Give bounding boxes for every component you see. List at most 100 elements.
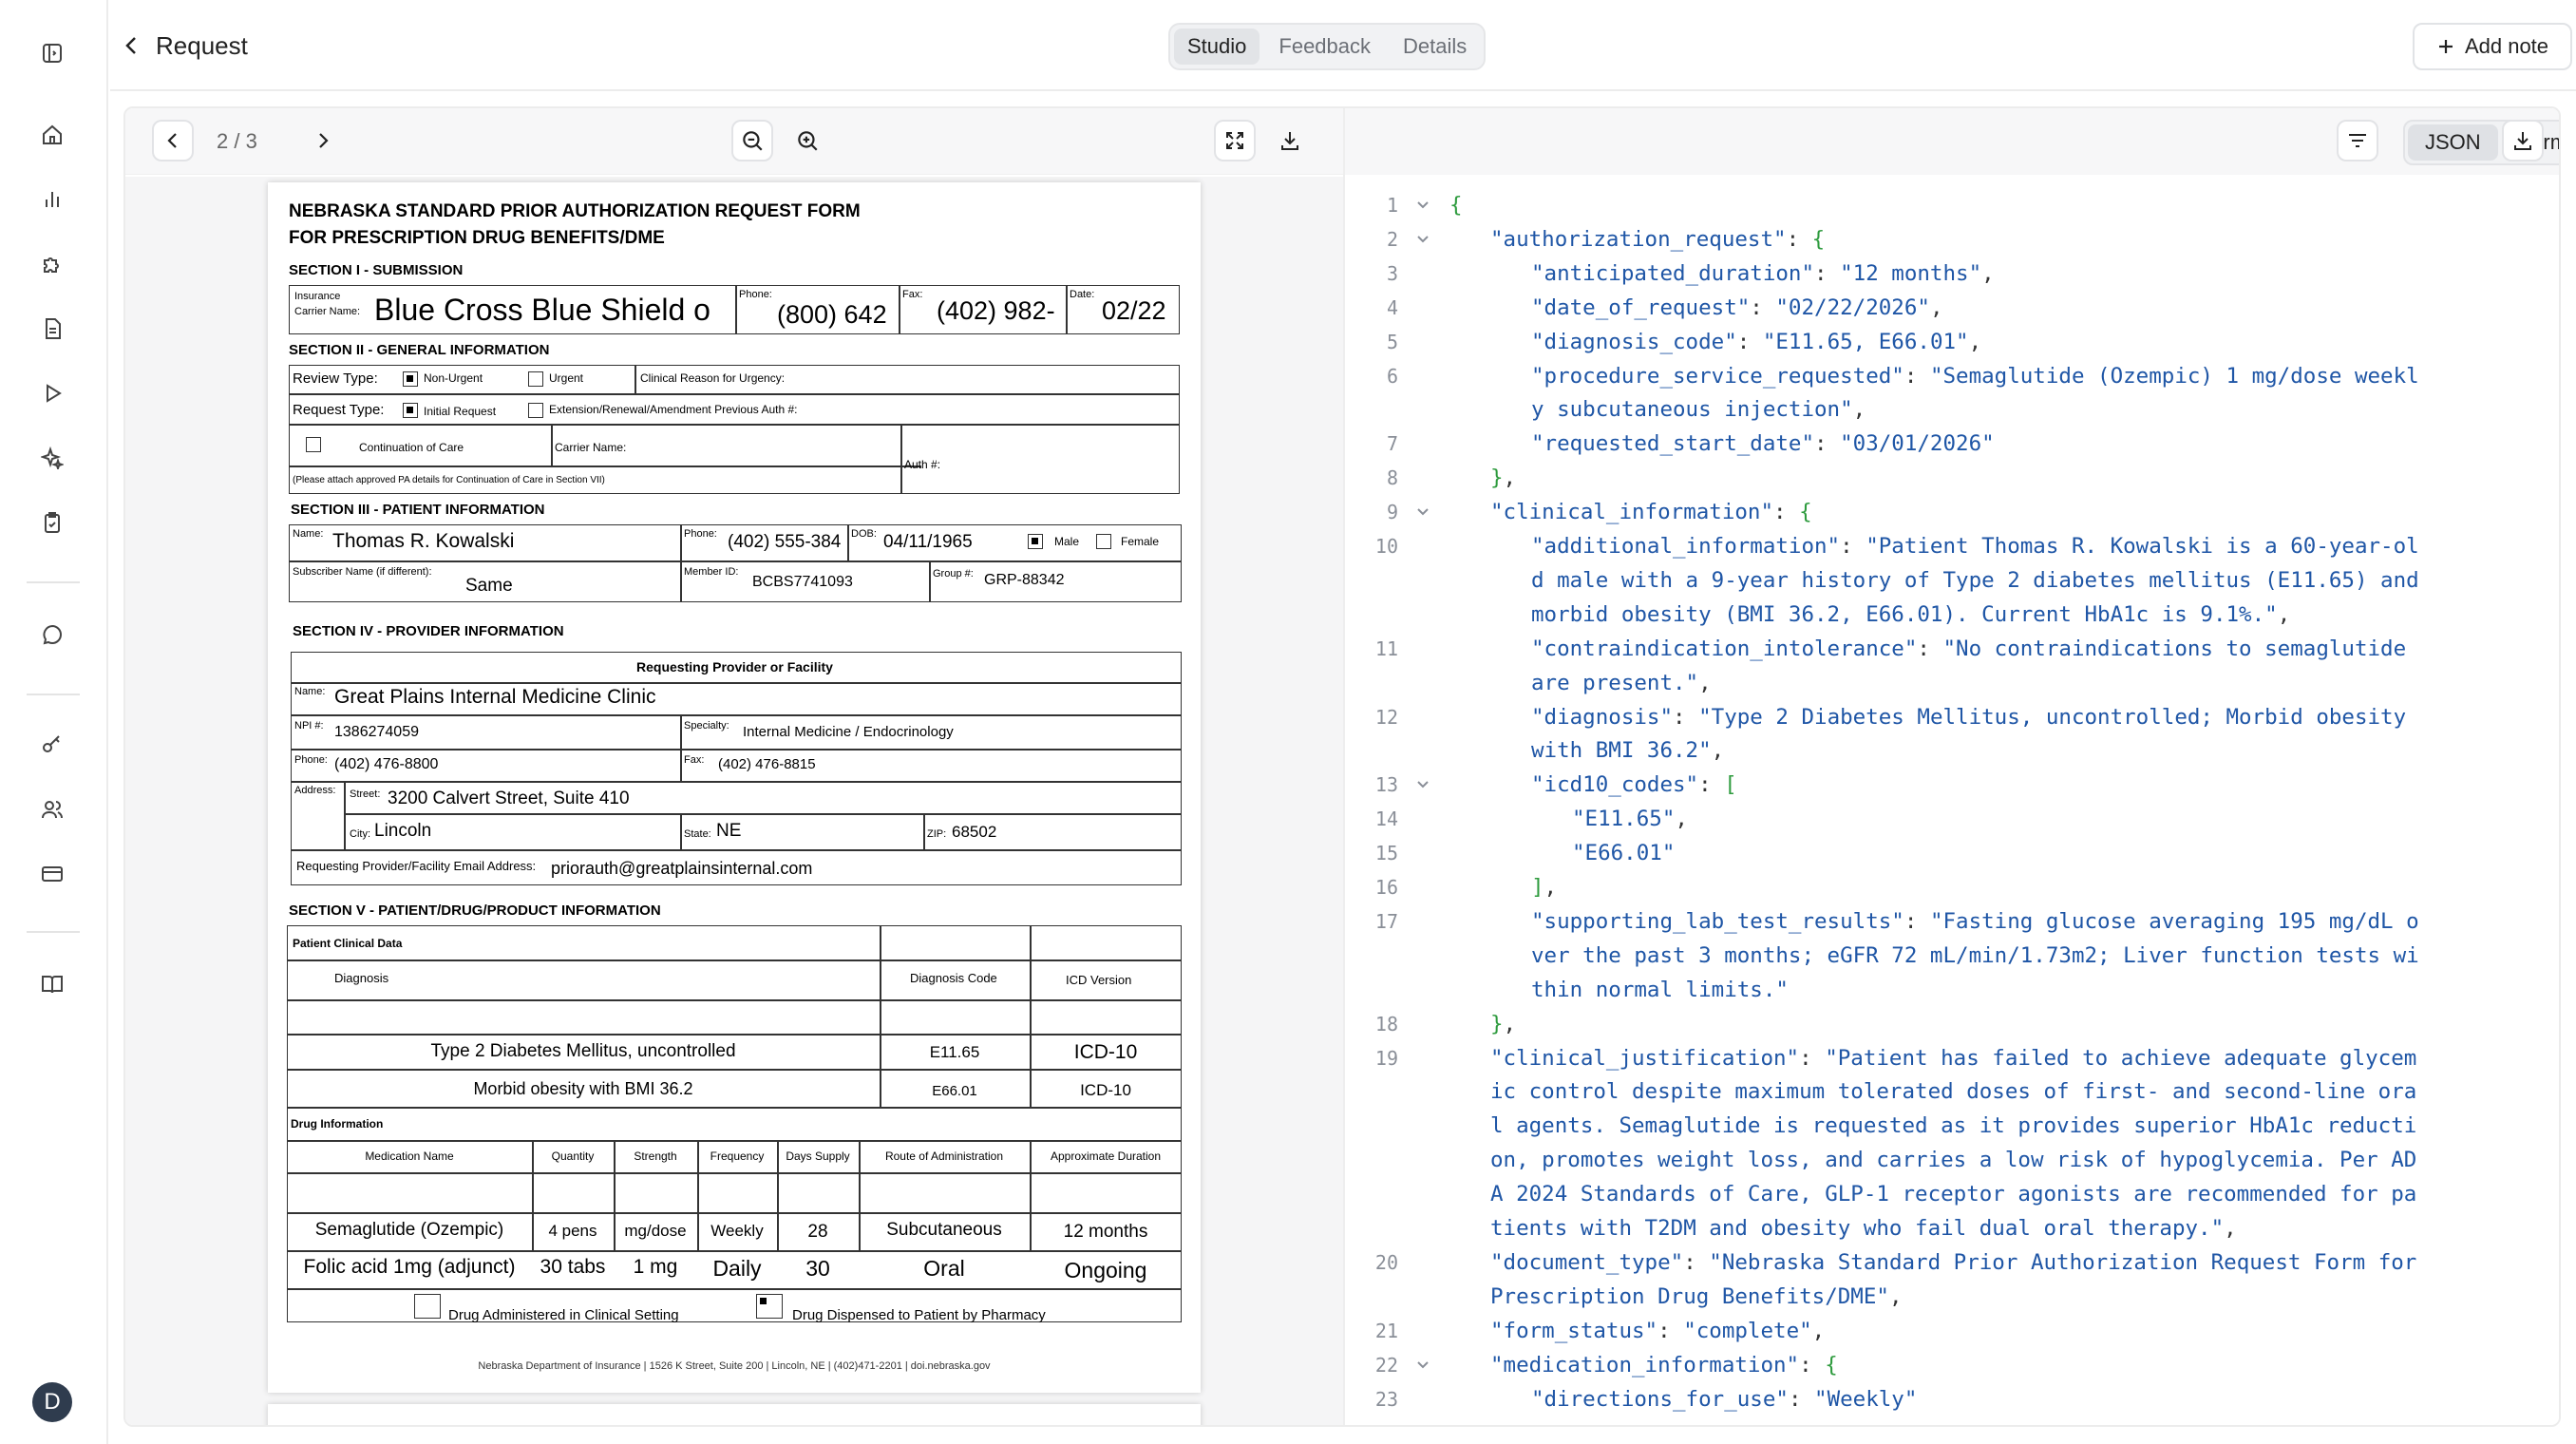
line-number: 23 xyxy=(1374,1387,1398,1411)
carrier-phone-value: (800) 642 xyxy=(777,300,887,329)
code-line: 3 "anticipated_duration": "12 months", xyxy=(1345,256,2559,291)
tab-studio[interactable]: Studio xyxy=(1174,28,1260,65)
key-icon[interactable] xyxy=(35,728,69,762)
code-text: "medication_information": { xyxy=(1490,1352,1838,1378)
code-text: are present.", xyxy=(1531,670,1712,695)
code-line: ic control despite maximum tolerated dos… xyxy=(1345,1074,2559,1109)
zoom-in-icon xyxy=(798,131,818,151)
code-line: morbid obesity (BMI 36.2, E66.01). Curre… xyxy=(1345,598,2559,632)
code-text: "supporting_lab_test_results": "Fasting … xyxy=(1531,908,2419,934)
diagnosis-row: Type 2 Diabetes Mellitus, uncontrolled xyxy=(430,1041,736,1061)
code-line: d male with a 9-year history of Type 2 d… xyxy=(1345,563,2559,598)
zip-value: 68502 xyxy=(952,823,997,841)
back-button[interactable]: Request xyxy=(123,28,248,63)
sidebar-toggle-icon[interactable] xyxy=(35,36,69,70)
carrier-fax-value: (402) 982- xyxy=(937,296,1055,325)
code-text: "requested_start_date": "03/01/2026" xyxy=(1531,431,1995,457)
line-number: 16 xyxy=(1374,876,1398,899)
code-line: 6 "procedure_service_requested": "Semaglu… xyxy=(1345,359,2559,393)
zoom-in-button[interactable] xyxy=(786,120,828,162)
code-line: with BMI 36.2", xyxy=(1345,733,2559,768)
clipboard-check-icon[interactable] xyxy=(35,505,69,540)
prev-page-button[interactable] xyxy=(152,120,194,162)
tab-details[interactable]: Details xyxy=(1390,28,1480,65)
code-line: 4 "date_of_request": "02/22/2026", xyxy=(1345,291,2559,325)
view-tabs: Studio Feedback Details xyxy=(1168,23,1487,70)
code-text: "diagnosis": "Type 2 Diabetes Mellitus, … xyxy=(1531,704,2407,730)
fullscreen-button[interactable] xyxy=(1214,120,1256,162)
code-text: "diagnosis_code": "E11.65, E66.01", xyxy=(1531,329,1982,354)
code-line: ver the past 3 months; eGFR 72 mL/min/1.… xyxy=(1345,939,2559,973)
code-line: 10 "additional_information": "Patient Tho… xyxy=(1345,529,2559,563)
download-json-button[interactable] xyxy=(2502,120,2544,162)
code-line: 8}, xyxy=(1345,461,2559,495)
expand-icon xyxy=(1226,132,1243,149)
form-page: NEBRASKA STANDARD PRIOR AUTHORIZATION RE… xyxy=(268,182,1201,1393)
code-text: "icd10_codes": [ xyxy=(1531,772,1737,798)
line-number: 21 xyxy=(1374,1319,1398,1342)
chat-bubble-icon[interactable] xyxy=(35,618,69,652)
city-value: Lincoln xyxy=(374,821,432,841)
json-mode-button[interactable]: JSON xyxy=(2408,124,2498,161)
next-form-page xyxy=(268,1404,1201,1425)
male-checkbox xyxy=(1028,534,1043,549)
code-text: morbid obesity (BMI 36.2, E66.01). Curre… xyxy=(1531,601,2291,627)
download-icon xyxy=(1281,132,1298,150)
code-text: ], xyxy=(1531,875,1558,900)
code-line: on, promotes weight loss, and carries a … xyxy=(1345,1143,2559,1177)
code-text: { xyxy=(1449,193,1463,218)
code-line: 12 "diagnosis": "Type 2 Diabetes Mellitus… xyxy=(1345,700,2559,734)
line-number: 18 xyxy=(1374,1012,1398,1036)
code-line: 9 "clinical_information": { xyxy=(1345,495,2559,529)
code-line: 19 "clinical_justification": "Patient has… xyxy=(1345,1041,2559,1075)
form-title: NEBRASKA STANDARD PRIOR AUTHORIZATION RE… xyxy=(289,201,861,221)
credit-card-icon[interactable] xyxy=(35,857,69,891)
code-text: thin normal limits." xyxy=(1531,977,1789,1002)
puzzle-icon[interactable] xyxy=(35,247,69,281)
group-value: GRP-88342 xyxy=(984,572,1065,588)
initial-request-checkbox xyxy=(403,403,418,418)
section-heading: SECTION IV - PROVIDER INFORMATION xyxy=(293,623,564,639)
code-text: "clinical_information": { xyxy=(1490,500,1812,525)
code-line: l agents. Semaglutide is requested as it… xyxy=(1345,1109,2559,1143)
code-line: tients with T2DM and obesity who fail du… xyxy=(1345,1211,2559,1245)
download-document-button[interactable] xyxy=(1269,120,1311,162)
code-line: 16], xyxy=(1345,870,2559,904)
avatar[interactable]: D xyxy=(32,1382,72,1422)
bar-chart-icon[interactable] xyxy=(35,182,69,217)
line-number: 10 xyxy=(1374,535,1398,558)
filter-button[interactable] xyxy=(2337,120,2378,162)
next-page-button[interactable] xyxy=(302,120,344,162)
line-number: 1 xyxy=(1386,194,1398,217)
home-icon[interactable] xyxy=(35,118,69,152)
code-line: 14 "E11.65", xyxy=(1345,802,2559,836)
zoom-out-button[interactable] xyxy=(731,120,773,162)
sparkles-icon[interactable] xyxy=(35,441,69,475)
book-icon[interactable] xyxy=(35,967,69,1001)
chevron-right-icon xyxy=(319,133,329,148)
code-line: 11 "contraindication_intolerance": "No co… xyxy=(1345,632,2559,666)
filter-lines-icon xyxy=(2349,134,2366,147)
form-footer: Nebraska Department of Insurance | 1526 … xyxy=(478,1360,991,1372)
drug-row: Folic acid 1mg (adjunct) xyxy=(303,1256,516,1278)
specialty-value: Internal Medicine / Endocrinology xyxy=(743,724,954,740)
female-checkbox xyxy=(1096,534,1111,549)
json-viewer[interactable]: 1{2 "authorization_request": {3 "anticipat… xyxy=(1345,177,2559,1425)
code-line: 5 "diagnosis_code": "E11.65, E66.01", xyxy=(1345,325,2559,359)
code-text: Prescription Drug Benefits/DME", xyxy=(1490,1283,1903,1309)
document-icon[interactable] xyxy=(35,312,69,346)
code-line: 17 "supporting_lab_test_results": "Fastin… xyxy=(1345,904,2559,939)
add-note-button[interactable]: Add note xyxy=(2413,23,2572,70)
diagnosis-row: Morbid obesity with BMI 36.2 xyxy=(473,1079,693,1098)
code-line: 15 "E66.01" xyxy=(1345,836,2559,870)
document-preview[interactable]: NEBRASKA STANDARD PRIOR AUTHORIZATION RE… xyxy=(125,177,1343,1425)
users-icon[interactable] xyxy=(35,792,69,826)
code-line: 23 "directions_for_use": "Weekly" xyxy=(1345,1382,2559,1416)
play-icon[interactable] xyxy=(35,376,69,410)
extension-checkbox xyxy=(528,403,543,418)
code-text: }, xyxy=(1490,1011,1517,1036)
code-text: "document_type": "Nebraska Standard Prio… xyxy=(1490,1249,2417,1275)
section-heading: SECTION I - SUBMISSION xyxy=(289,262,464,278)
top-bar: Request Studio Feedback Details Add note xyxy=(110,0,2576,91)
tab-feedback[interactable]: Feedback xyxy=(1265,28,1384,65)
